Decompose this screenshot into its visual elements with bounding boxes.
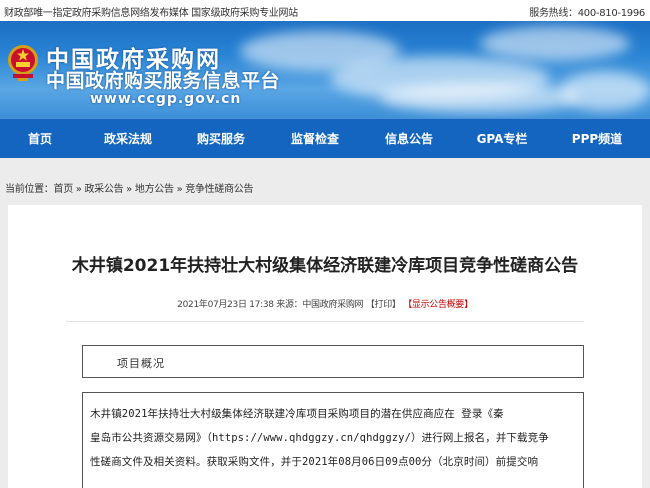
nav-item-regulations[interactable]: 政采法规 (88, 119, 168, 159)
site-subtitle: 中国政府购买服务信息平台 (46, 70, 281, 92)
section-header-box: 项目概况 (82, 345, 584, 378)
section-title: 项目概况 (117, 357, 165, 370)
site-slogan: 财政部唯一指定政府采购信息网络发布媒体 国家级政府采购专业网站 (4, 8, 298, 19)
breadcrumb-prefix: 当前位置： (5, 184, 54, 195)
article-source: 来源：中国政府采购网 (276, 300, 364, 310)
body-line: 皇岛市公共资源交易网》（https://www.qhdggzy.cn/qhdgg… (90, 432, 549, 444)
breadcrumb-item-local[interactable]: 地方公告 (135, 184, 174, 195)
show-summary-link[interactable]: 【显示公告概要】 (403, 300, 473, 310)
body-line: 木井镇2021年扶持壮大村级集体经济联建冷库项目采购项目的潜在供应商应在 登录《… (90, 408, 504, 420)
nav-item-supervision[interactable]: 监督检查 (274, 119, 356, 159)
breadcrumb-separator: » (72, 184, 85, 195)
top-info-bar: 财政部唯一指定政府采购信息网络发布媒体 国家级政府采购专业网站 服务热线：400… (0, 0, 650, 21)
nav-item-gpa[interactable]: GPA专栏 (462, 119, 542, 159)
divider (66, 321, 584, 322)
nav-item-home[interactable]: 首页 (4, 119, 76, 159)
article-panel: 木井镇2021年扶持壮大村级集体经济联建冷库项目竞争性磋商公告 2021年07月… (8, 205, 642, 488)
article-title: 木井镇2021年扶持壮大村级集体经济联建冷库项目竞争性磋商公告 (71, 256, 579, 276)
national-emblem-icon[interactable] (6, 41, 40, 83)
nav-item-ppp[interactable]: PPP频道 (554, 119, 640, 159)
main-nav: 首页 政采法规 购买服务 监督检查 信息公告 GPA专栏 PPP频道 (0, 118, 650, 158)
breadcrumb: 当前位置：首页 » 政采公告 » 地方公告 » 竞争性磋商公告 (5, 180, 253, 195)
nav-item-purchase-services[interactable]: 购买服务 (180, 119, 262, 159)
article-meta: 2021年07月23日 17:38 来源：中国政府采购网 【打印】 【显示公告概… (8, 297, 642, 310)
nav-item-announcements[interactable]: 信息公告 (368, 119, 450, 159)
breadcrumb-separator: » (173, 184, 186, 195)
breadcrumb-item-home[interactable]: 首页 (54, 184, 74, 195)
publish-date: 2021年07月23日 17:38 (177, 300, 274, 310)
header-banner: 中国政府采购网 中国政府购买服务信息平台 www.ccgp.gov.cn (0, 21, 650, 118)
print-link[interactable]: 【打印】 (366, 300, 401, 310)
breadcrumb-item-consultation[interactable]: 竞争性磋商公告 (185, 184, 253, 195)
breadcrumb-item-announcements[interactable]: 政采公告 (84, 184, 123, 195)
site-url: www.ccgp.gov.cn (90, 91, 242, 107)
body-line: 性磋商文件及相关资料。获取采购文件，并于2021年08月06日09点00分（北京… (90, 456, 539, 468)
service-hotline: 服务热线：400-810-1996 (529, 8, 645, 19)
article-body-box: 木井镇2021年扶持壮大村级集体经济联建冷库项目采购项目的潜在供应商应在 登录《… (82, 392, 584, 488)
breadcrumb-separator: » (123, 184, 135, 195)
